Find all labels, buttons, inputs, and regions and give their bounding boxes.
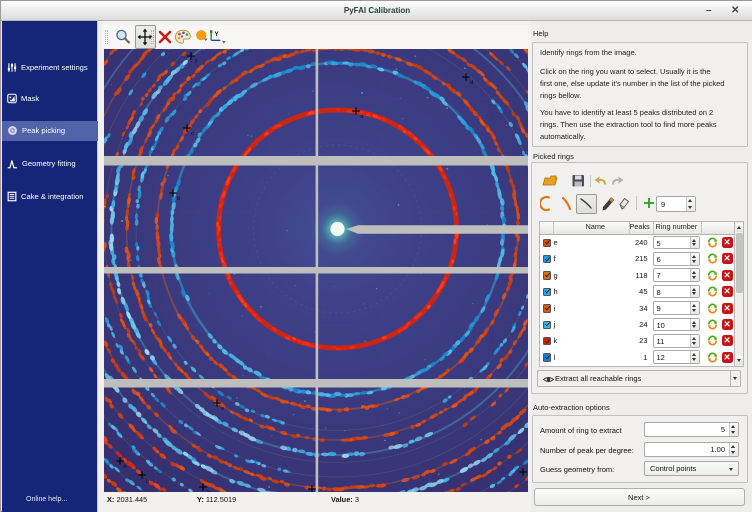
svg-text:k: k — [124, 464, 127, 470]
svg-text:c: c — [191, 131, 194, 137]
svg-text:Y: Y — [214, 31, 219, 38]
svg-text:e: e — [221, 406, 224, 412]
svg-text:j: j — [145, 478, 147, 484]
svg-text:d: d — [470, 80, 473, 86]
svg-text:b: b — [177, 196, 180, 202]
